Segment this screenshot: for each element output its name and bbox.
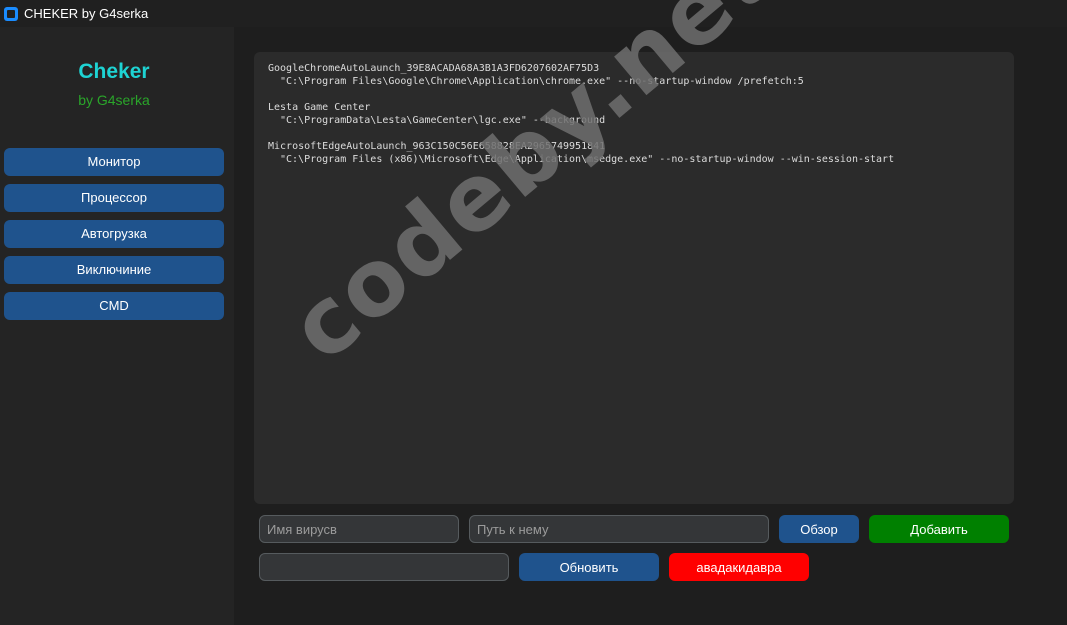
entry-command: "C:\Program Files (x86)\Microsoft\Edge\A… [280,154,895,165]
add-button[interactable]: Добавить [869,515,1009,543]
app-icon [4,6,18,21]
app-logo-subtitle: by G4serka [78,92,150,108]
entry-name: MicrosoftEdgeAutoLaunch_963C150C56E65882… [268,141,606,152]
browse-button[interactable]: Обзор [779,515,859,543]
refresh-button[interactable]: Обновить [519,553,659,581]
list-item: Lesta Game Center "C:\ProgramData\Lesta\… [268,101,1000,127]
sidebar-item-cmd[interactable]: CMD [4,292,224,320]
entry-command: "C:\Program Files\Google\Chrome\Applicat… [280,76,804,87]
sidebar-item-processor[interactable]: Процессор [4,184,224,212]
sidebar-item-shutdown[interactable]: Виключиние [4,256,224,284]
entry-name: GoogleChromeAutoLaunch_39E8ACADA68A3B1A3… [268,63,600,74]
kill-button[interactable]: авадакидавра [669,553,809,581]
sidebar-item-autostart[interactable]: Автогрузка [4,220,224,248]
entry-name: Lesta Game Center [268,102,371,113]
output-textbox[interactable]: GoogleChromeAutoLaunch_39E8ACADA68A3B1A3… [254,52,1014,504]
main-panel: GoogleChromeAutoLaunch_39E8ACADA68A3B1A3… [234,27,1067,625]
virus-path-input[interactable] [469,515,769,543]
sidebar: Cheker by G4serka Монитор Процессор Авто… [0,27,234,625]
virus-name-input[interactable] [259,515,459,543]
sidebar-item-monitor[interactable]: Монитор [4,148,224,176]
list-item: MicrosoftEdgeAutoLaunch_963C150C56E65882… [268,140,1000,166]
title-bar: CHEKER by G4serka [0,0,1067,27]
app-logo: Cheker [78,60,150,83]
command-input[interactable] [259,553,509,581]
list-item: GoogleChromeAutoLaunch_39E8ACADA68A3B1A3… [268,62,1000,88]
window-title: CHEKER by G4serka [24,6,149,21]
entry-command: "C:\ProgramData\Lesta\GameCenter\lgc.exe… [280,115,606,126]
